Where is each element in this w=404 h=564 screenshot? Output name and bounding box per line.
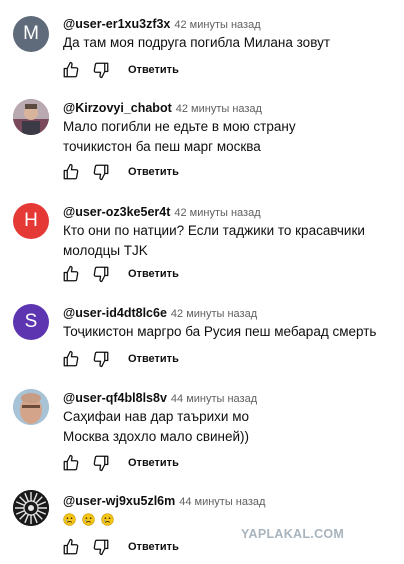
dislike-button[interactable] <box>90 59 112 81</box>
avatar[interactable] <box>13 490 49 526</box>
thumbs-down-icon <box>93 351 109 368</box>
comment-author[interactable]: @user-oz3ke5er4t <box>63 205 170 219</box>
watermark: YAPLAKAL.COM <box>241 527 345 541</box>
like-button[interactable] <box>60 536 82 558</box>
comment-timestamp[interactable]: 42 минуты назад <box>176 103 262 115</box>
dislike-button[interactable] <box>90 536 112 558</box>
thumbs-up-icon <box>63 350 79 367</box>
comment-author[interactable]: @user-qf4bl8ls8v <box>63 391 167 405</box>
thumbs-up-icon <box>63 538 79 555</box>
thumbs-up-icon <box>63 265 79 282</box>
thumbs-up-icon <box>63 163 79 180</box>
reply-button[interactable]: Ответить <box>128 457 179 469</box>
comment-timestamp[interactable]: 44 минуты назад <box>179 496 265 508</box>
like-button[interactable] <box>60 59 82 81</box>
dislike-button[interactable] <box>90 263 112 285</box>
avatar-letter: H <box>24 210 38 231</box>
avatar-letter: M <box>23 23 39 44</box>
thumbs-down-icon <box>93 164 109 181</box>
dislike-button[interactable] <box>90 348 112 370</box>
reply-button[interactable]: Ответить <box>128 64 179 76</box>
like-button[interactable] <box>60 348 82 370</box>
avatar-photo-icon <box>13 389 49 425</box>
comment-text: Саҳифаи нав дар таърихи мо Москва здохло… <box>63 409 250 444</box>
thumbs-down-icon <box>93 266 109 283</box>
comment-author[interactable]: @user-er1xu3zf3x <box>63 17 170 31</box>
comment-text: Да там моя подруга погибла Милана зовут <box>63 35 331 50</box>
comment-timestamp[interactable]: 42 минуты назад <box>174 19 260 31</box>
avatar[interactable] <box>13 99 49 135</box>
like-button[interactable] <box>60 161 82 183</box>
dislike-button[interactable] <box>90 161 112 183</box>
like-button[interactable] <box>60 452 82 474</box>
comment-text: Мало погибли не едьте в мою страну точик… <box>63 119 296 154</box>
thumbs-up-icon <box>63 454 79 471</box>
reply-button[interactable]: Ответить <box>128 166 179 178</box>
avatar[interactable]: S <box>13 304 49 340</box>
reply-button[interactable]: Ответить <box>128 541 179 553</box>
crying-face-icon <box>82 513 95 526</box>
avatar-letter: S <box>24 311 38 332</box>
comment-timestamp[interactable]: 42 минуты назад <box>174 207 260 219</box>
thumbs-down-icon <box>93 455 109 472</box>
avatar-photo-icon <box>13 99 49 135</box>
thumbs-up-icon <box>63 61 79 78</box>
comment-author[interactable]: @user-id4dt8lc6e <box>63 306 167 320</box>
comment-author[interactable]: @Kirzovyi_chabot <box>63 101 172 115</box>
comment-emoji-row <box>63 509 393 529</box>
reply-button[interactable]: Ответить <box>128 353 179 365</box>
thumbs-down-icon <box>93 62 109 79</box>
comment-text: Кто они по натции? Если таджики то краса… <box>63 223 365 258</box>
crying-face-icon <box>100 513 114 526</box>
dislike-button[interactable] <box>90 452 112 474</box>
comment-text: Тоҷикистон маргро ба Русия пеш мебарад с… <box>63 324 377 339</box>
like-button[interactable] <box>60 263 82 285</box>
reply-button[interactable]: Ответить <box>128 268 179 280</box>
thumbs-down-icon <box>93 539 109 556</box>
comment-author[interactable]: @user-wj9xu5zl6m <box>63 494 175 508</box>
crying-face-icon <box>63 513 76 526</box>
avatar[interactable]: H <box>13 203 49 239</box>
avatar-photo-icon <box>13 490 49 526</box>
avatar[interactable] <box>13 389 49 425</box>
comment-timestamp[interactable]: 42 минуты назад <box>171 308 257 320</box>
avatar[interactable]: M <box>13 16 49 52</box>
comment-timestamp[interactable]: 44 минуты назад <box>171 393 257 405</box>
